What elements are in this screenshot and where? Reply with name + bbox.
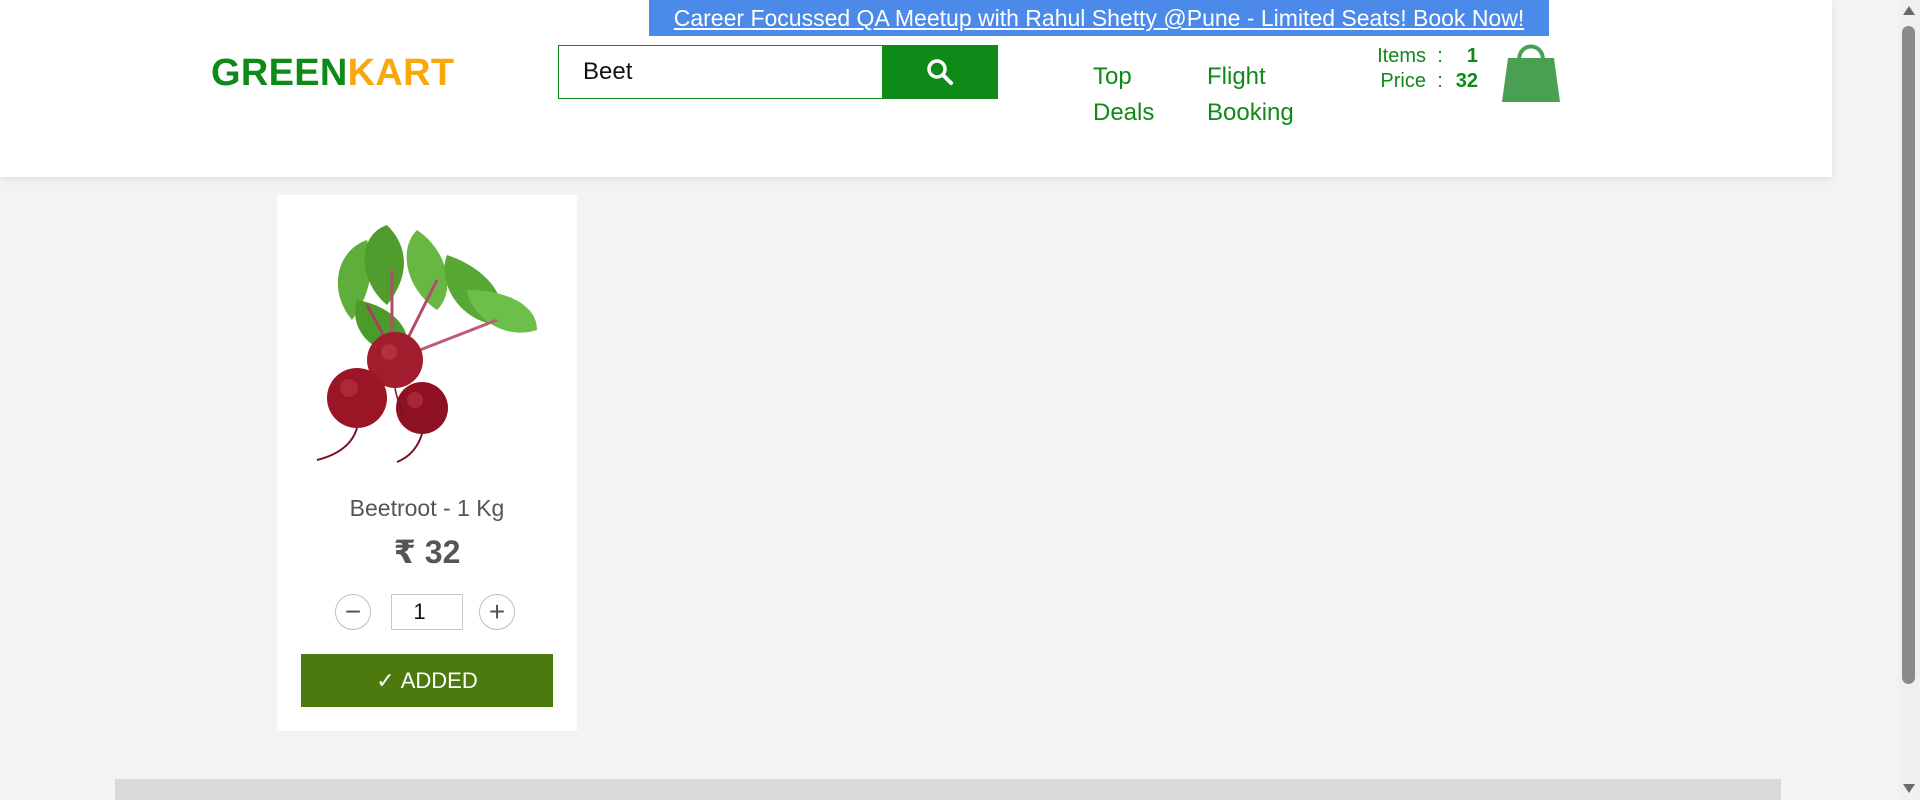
search-bar bbox=[558, 45, 998, 99]
quantity-input[interactable] bbox=[391, 594, 463, 630]
added-button-label: ADDED bbox=[400, 667, 478, 693]
top-deals-line1: Top bbox=[1093, 63, 1132, 90]
site-header: Career Focussed QA Meetup with Rahul She… bbox=[0, 0, 1832, 177]
footer-bar bbox=[115, 779, 1781, 800]
cart-price-separator: : bbox=[1437, 70, 1443, 92]
greenkart-logo: GREENKART bbox=[211, 52, 454, 95]
cart-price-value: 32 bbox=[1455, 70, 1478, 92]
product-price: ₹ 32 bbox=[393, 534, 461, 570]
vertical-scrollbar[interactable] bbox=[1898, 0, 1920, 800]
product-card: Beetroot - 1 Kg ₹ 32 − + ✓ ADDED bbox=[277, 195, 577, 731]
promo-banner-link[interactable]: Career Focussed QA Meetup with Rahul She… bbox=[649, 0, 1549, 36]
scroll-up-arrow-icon[interactable] bbox=[1903, 6, 1915, 15]
top-deals-line2: Deals bbox=[1093, 99, 1155, 126]
top-deals-link[interactable]: Top Deals bbox=[1093, 59, 1203, 131]
cart-summary: Items : 1 Price : 32 bbox=[1368, 44, 1478, 94]
search-icon bbox=[927, 59, 953, 85]
shopping-bag-icon bbox=[1502, 44, 1560, 102]
check-icon: ✓ bbox=[376, 667, 395, 693]
flight-booking-link[interactable]: Flight Booking bbox=[1207, 59, 1317, 131]
flight-booking-line1: Flight bbox=[1207, 63, 1266, 90]
cart-button[interactable] bbox=[1500, 38, 1562, 106]
increment-button[interactable]: + bbox=[479, 594, 515, 630]
beetroot-image bbox=[316, 225, 537, 463]
cart-items-count: 1 bbox=[1466, 45, 1478, 67]
cart-price-label: Price bbox=[1380, 70, 1426, 92]
cart-items-separator: : bbox=[1437, 45, 1443, 67]
decrement-button[interactable]: − bbox=[335, 594, 371, 630]
logo-green-text: GREEN bbox=[211, 52, 348, 94]
product-name: Beetroot - 1 Kg bbox=[349, 495, 505, 521]
cart-items-label: Items bbox=[1377, 45, 1426, 67]
search-button[interactable] bbox=[882, 45, 998, 99]
cart-items-row: Items : 1 bbox=[1368, 44, 1478, 69]
cart-price-row: Price : 32 bbox=[1368, 69, 1478, 94]
added-to-cart-button[interactable]: ✓ ADDED bbox=[301, 654, 553, 707]
scroll-down-arrow-icon[interactable] bbox=[1903, 784, 1915, 793]
search-input[interactable] bbox=[558, 45, 882, 99]
logo-kart-text: KART bbox=[347, 52, 455, 94]
scroll-thumb[interactable] bbox=[1902, 26, 1915, 684]
flight-booking-line2: Booking bbox=[1207, 99, 1294, 126]
